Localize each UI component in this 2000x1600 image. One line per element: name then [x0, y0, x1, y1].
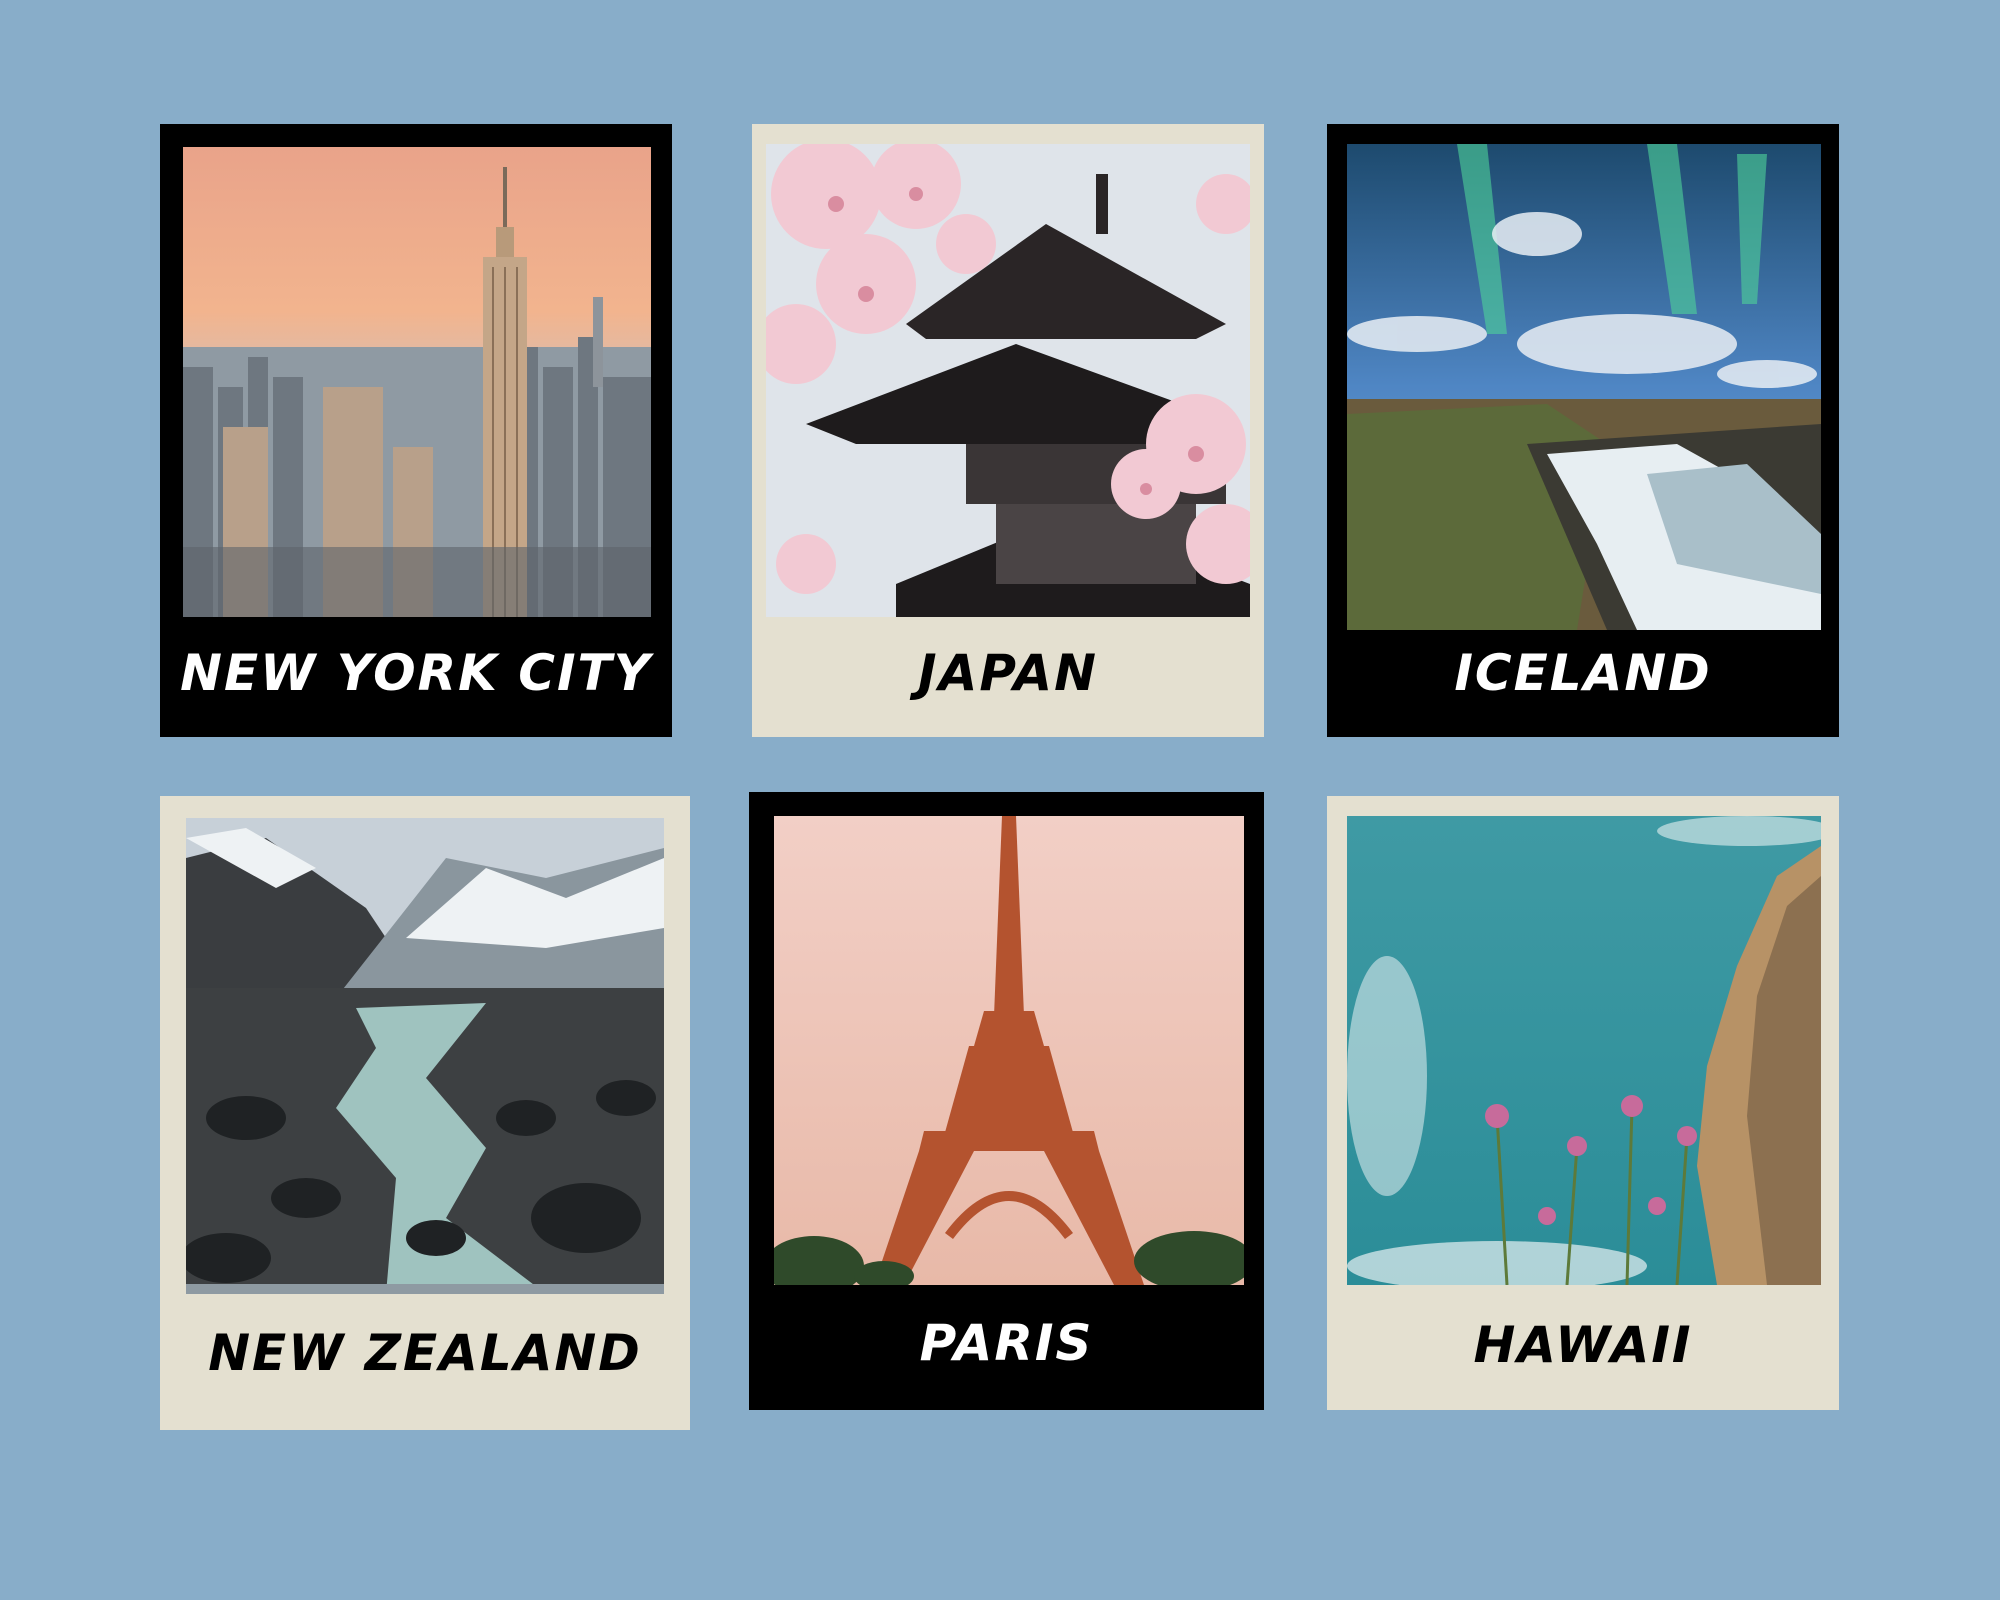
hawaii-coast-flowers-photo	[1347, 816, 1821, 1285]
caption-new-york-city: New york city	[180, 644, 652, 702]
polaroid-card-iceland[interactable]: ICELAND	[1327, 124, 1839, 737]
polaroid-card-paris[interactable]: PARIS	[749, 792, 1264, 1410]
polaroid-card-new-york-city[interactable]: New york city	[160, 124, 672, 737]
iceland-aurora-waterfall-photo	[1347, 144, 1821, 630]
caption-iceland: ICELAND	[1454, 644, 1712, 702]
caption-hawaii: HAWAII	[1473, 1316, 1693, 1374]
polaroid-card-new-zealand[interactable]: NEW ZEALAND	[160, 796, 690, 1430]
japan-pagoda-cherry-blossom-photo	[766, 144, 1250, 617]
polaroid-card-hawaii[interactable]: HAWAII	[1327, 796, 1839, 1410]
caption-japan: JAPAN	[918, 644, 1098, 702]
new-zealand-mountain-river-photo	[186, 818, 664, 1294]
polaroid-card-japan[interactable]: JAPAN	[752, 124, 1264, 737]
new-york-skyline-photo	[183, 147, 651, 617]
caption-paris: PARIS	[919, 1314, 1094, 1372]
paris-eiffel-tower-photo	[774, 816, 1244, 1285]
caption-new-zealand: NEW ZEALAND	[208, 1324, 642, 1382]
